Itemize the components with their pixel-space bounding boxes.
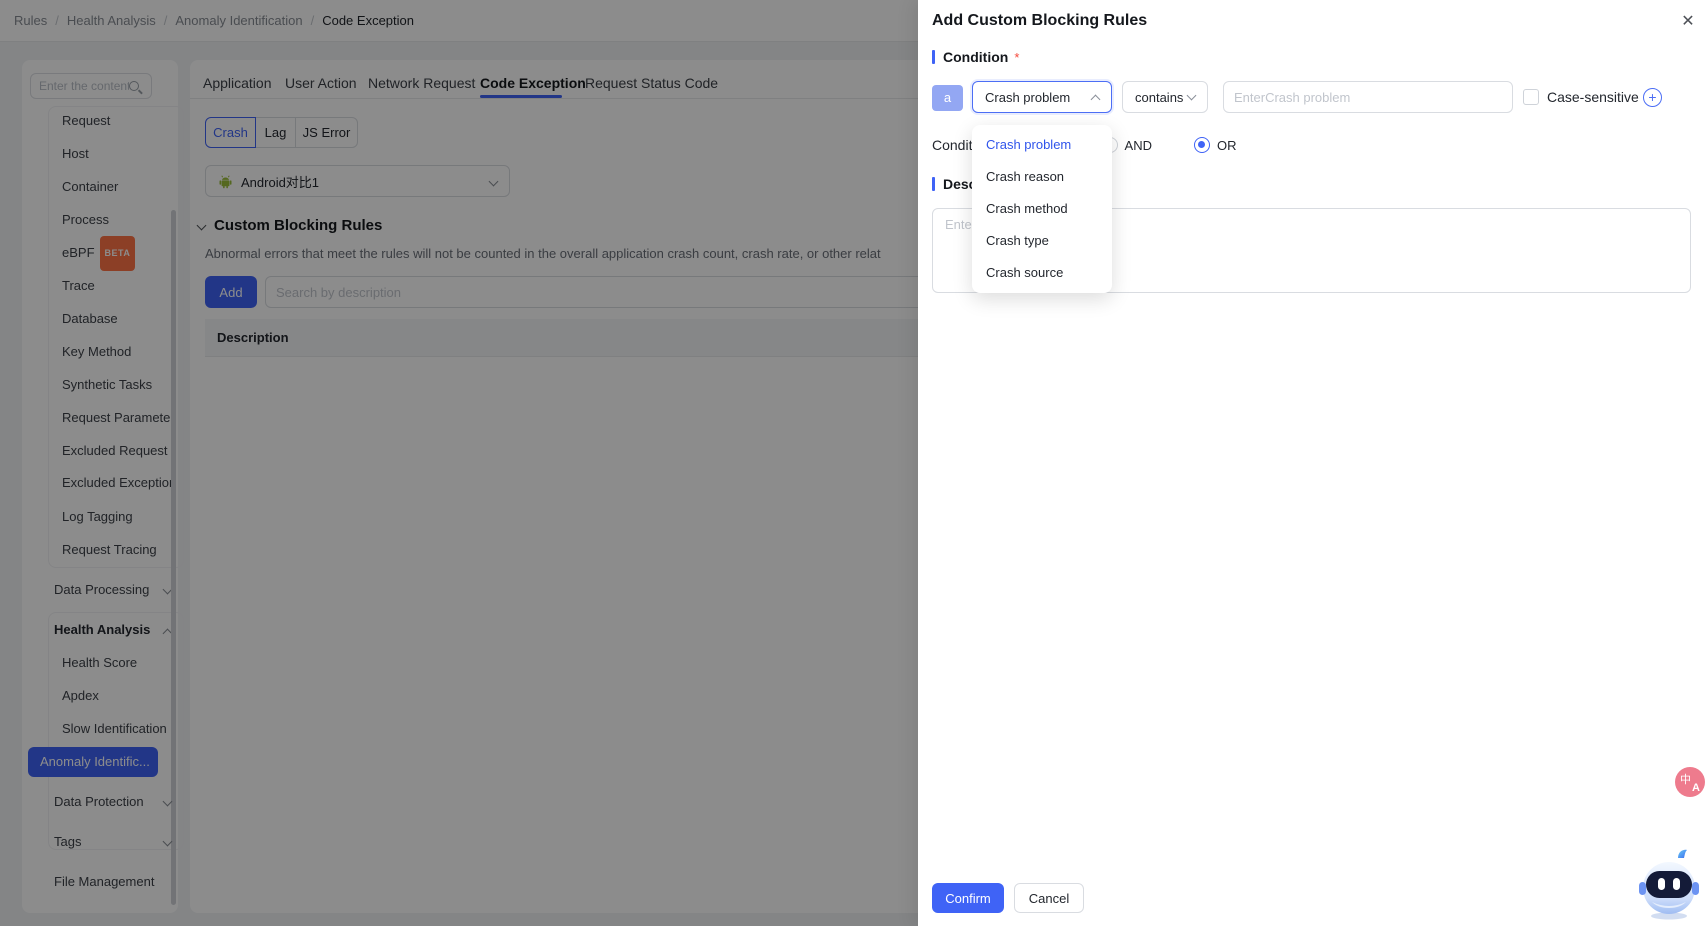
cancel-button[interactable]: Cancel: [1014, 883, 1084, 913]
condition-operator-select[interactable]: contains: [1122, 81, 1208, 113]
case-sensitive-label: Case-sensitive: [1547, 89, 1639, 105]
add-condition-icon[interactable]: +: [1643, 88, 1662, 107]
condition-index-badge: a: [932, 85, 963, 111]
confirm-button[interactable]: Confirm: [932, 883, 1004, 913]
chevron-down-icon: [1187, 91, 1197, 101]
condition-field-select[interactable]: Crash problem: [972, 81, 1112, 113]
condition-label: Condition *: [932, 49, 1019, 65]
or-radio-label: OR: [1217, 138, 1237, 153]
or-radio[interactable]: [1194, 137, 1210, 153]
menu-item-crash-source[interactable]: Crash source: [972, 257, 1112, 289]
modal-overlay[interactable]: [0, 0, 918, 926]
close-icon[interactable]: ✕: [1676, 10, 1700, 34]
app-root: Rules / Health Analysis / Anomaly Identi…: [0, 0, 1707, 926]
menu-item-crash-problem[interactable]: Crash problem: [972, 129, 1112, 161]
assistant-robot-icon[interactable]: [1638, 846, 1704, 926]
condition-operator-value: contains: [1135, 90, 1188, 105]
drawer-title: Add Custom Blocking Rules: [932, 12, 1147, 30]
case-sensitive-checkbox[interactable]: [1523, 89, 1539, 105]
label-accent-bar: [932, 177, 935, 191]
translate-en-glyph: A: [1692, 782, 1700, 794]
translate-badge[interactable]: 中 A: [1675, 767, 1705, 797]
condition-value-input[interactable]: [1223, 81, 1513, 113]
required-asterisk: *: [1014, 50, 1019, 65]
label-accent-bar: [932, 50, 935, 64]
and-radio-label: AND: [1125, 138, 1152, 153]
chevron-up-icon: [1091, 94, 1101, 104]
condition-field-value: Crash problem: [985, 90, 1092, 105]
condition-label-text: Condition: [943, 49, 1008, 65]
translate-zh-glyph: 中: [1680, 771, 1691, 787]
menu-item-crash-reason[interactable]: Crash reason: [972, 161, 1112, 193]
condition-field-dropdown: Crash problem Crash reason Crash method …: [972, 125, 1112, 293]
menu-item-crash-method[interactable]: Crash method: [972, 193, 1112, 225]
menu-item-crash-type[interactable]: Crash type: [972, 225, 1112, 257]
